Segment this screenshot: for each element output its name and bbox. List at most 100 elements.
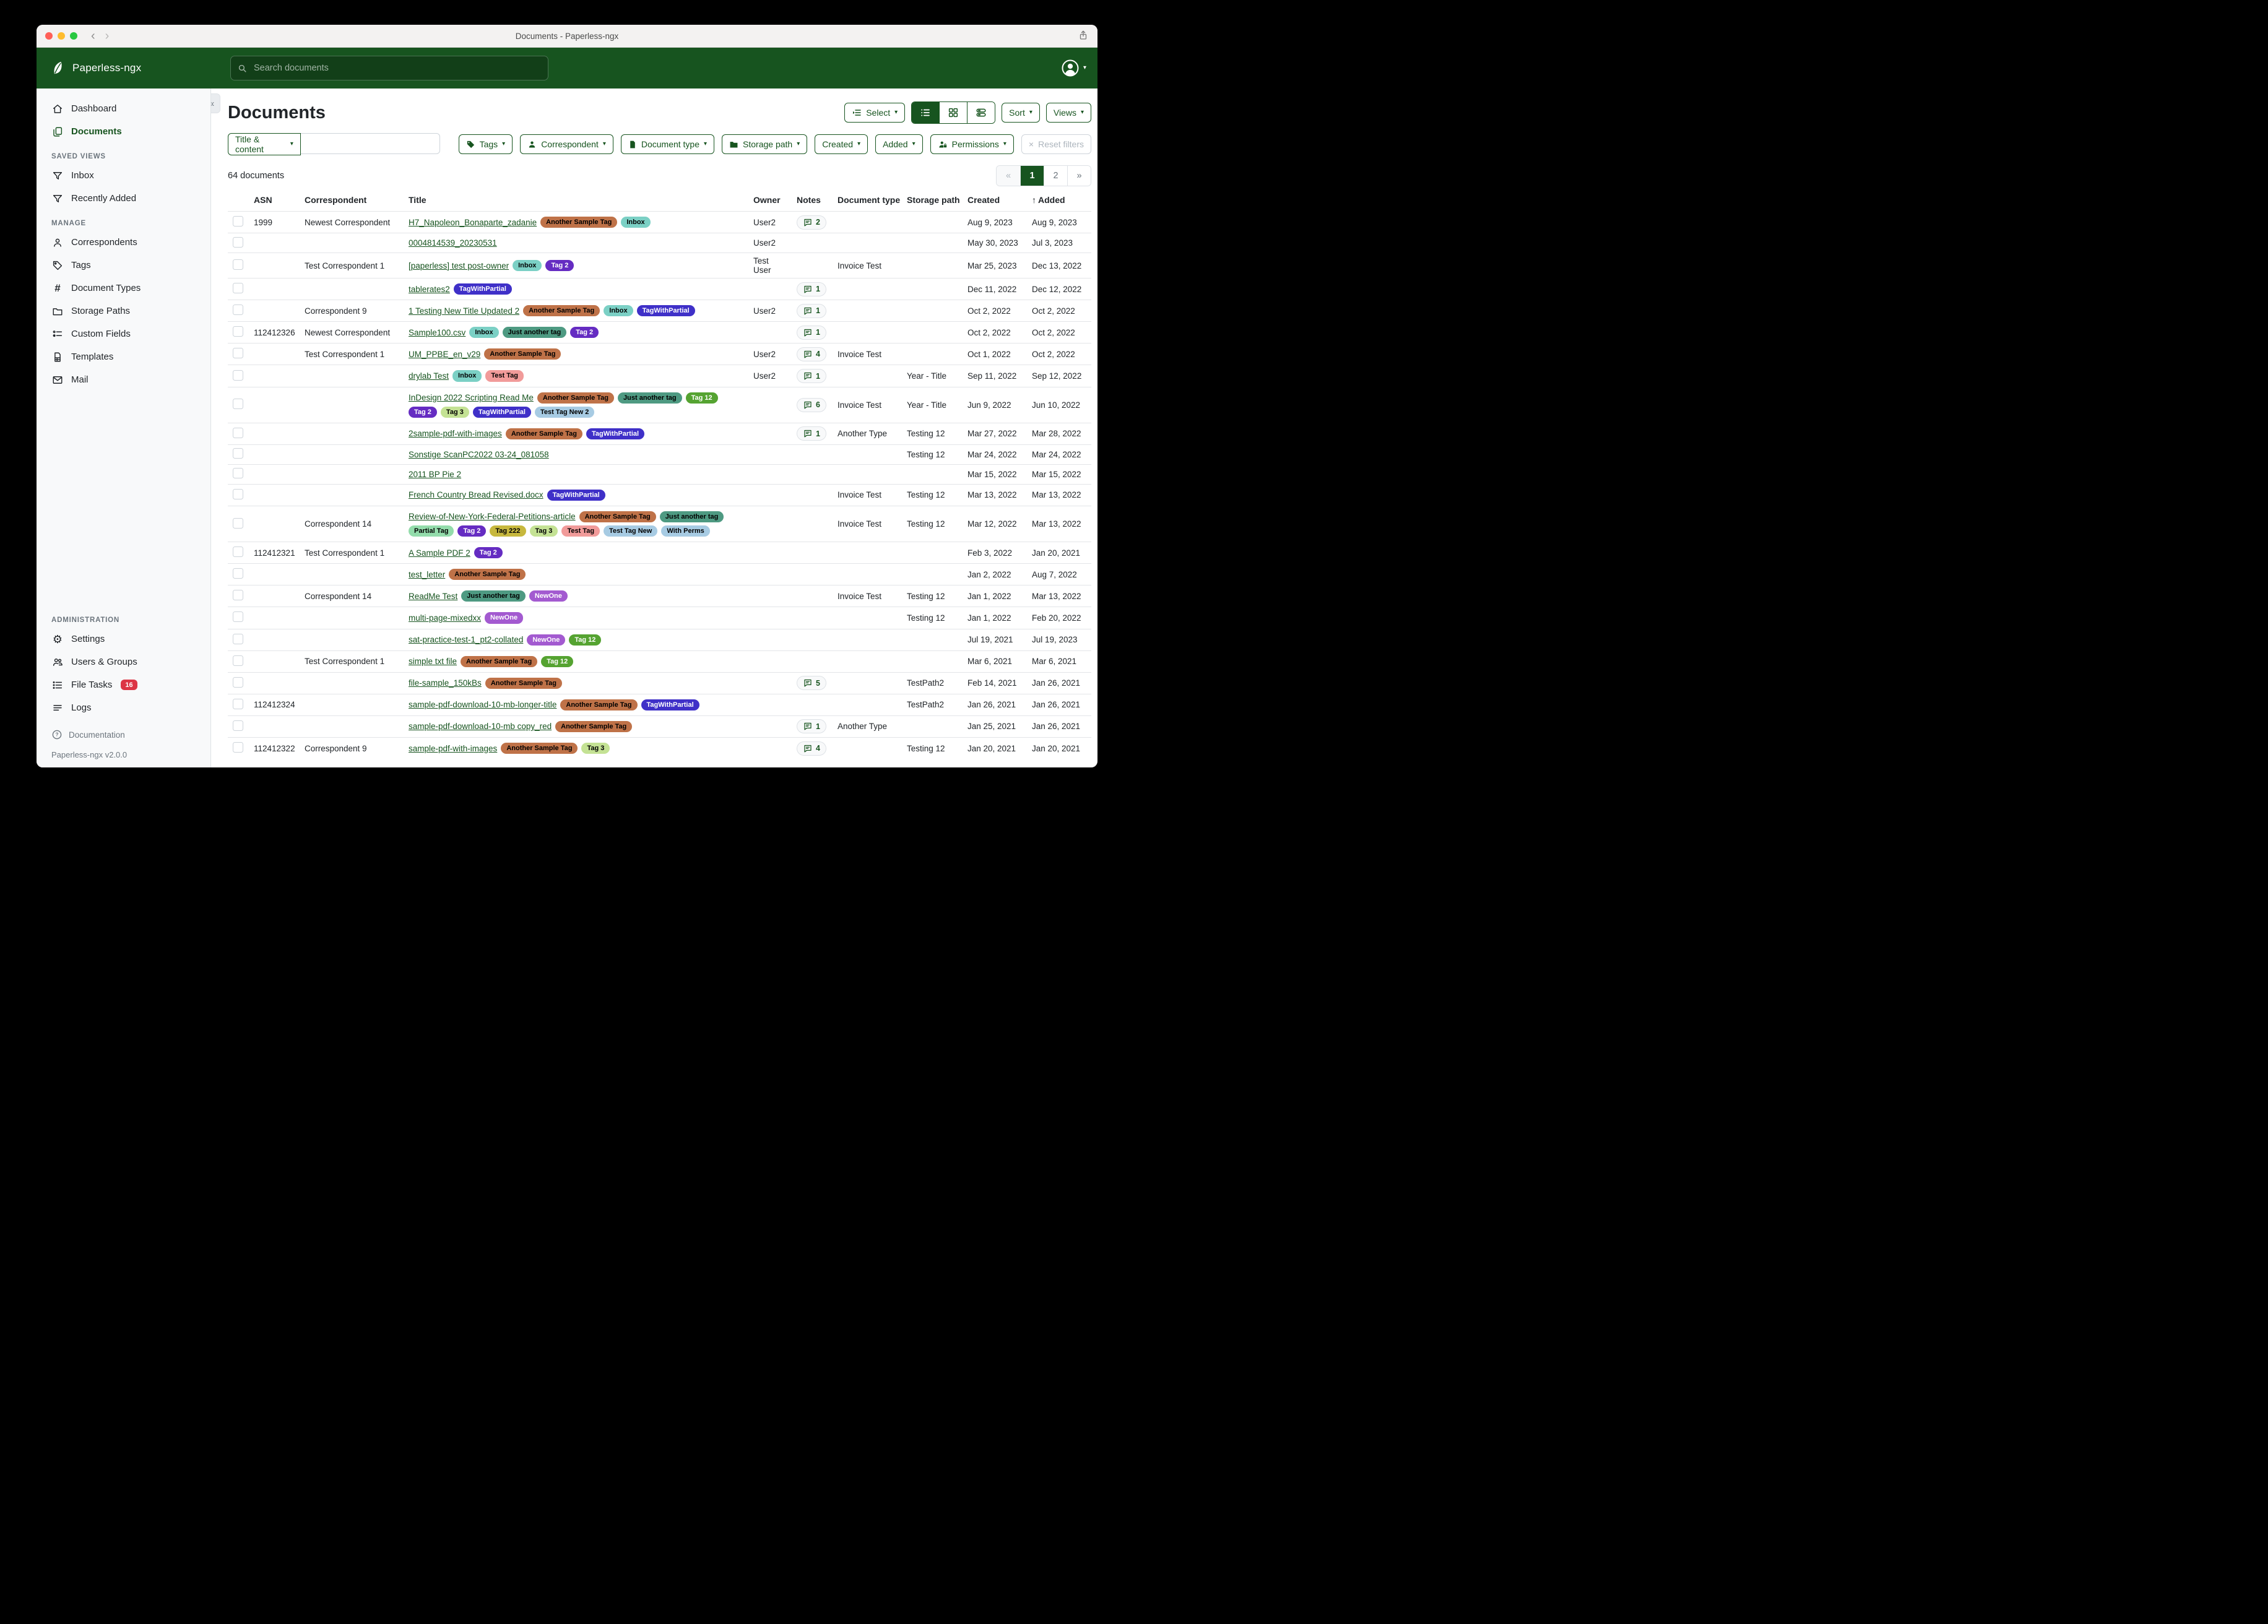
document-tag[interactable]: TagWithPartial [454, 283, 512, 295]
document-tag[interactable]: Tag 3 [530, 525, 558, 537]
document-tag[interactable]: TagWithPartial [547, 490, 605, 501]
document-title-link[interactable]: file-sample_150kBs [409, 678, 482, 688]
column-header-correspondent[interactable]: Correspondent [300, 190, 404, 212]
notes-badge[interactable]: 4 [797, 741, 826, 756]
sidebar-item-recently-added[interactable]: Recently Added [37, 187, 210, 210]
sort-button[interactable]: Sort▾ [1002, 103, 1040, 123]
sidebar-item-file-tasks[interactable]: File Tasks16 [37, 673, 210, 696]
document-tag[interactable]: Tag 3 [441, 407, 469, 418]
pagination-page-2[interactable]: 2 [1044, 166, 1067, 186]
filter-document-type-button[interactable]: Document type▾ [621, 134, 714, 154]
row-checkbox[interactable] [233, 237, 243, 248]
notes-badge[interactable]: 1 [797, 426, 826, 441]
sidebar-item-correspondents[interactable]: Correspondents [37, 231, 210, 254]
row-checkbox[interactable] [233, 216, 243, 227]
document-title-link[interactable]: 2sample-pdf-with-images [409, 429, 502, 438]
document-tag[interactable]: Tag 2 [409, 407, 437, 418]
notes-badge[interactable]: 1 [797, 719, 826, 733]
detail-view-button[interactable] [967, 102, 995, 123]
sidebar-item-tags[interactable]: Tags [37, 254, 210, 277]
document-tag[interactable]: Just another tag [461, 590, 526, 602]
row-checkbox[interactable] [233, 259, 243, 270]
document-title-link[interactable]: [paperless] test post-owner [409, 261, 509, 270]
document-tag[interactable]: Another Sample Tag [485, 678, 562, 689]
documentation-link[interactable]: ?Documentation [51, 725, 210, 744]
document-tag[interactable]: Another Sample Tag [537, 392, 614, 404]
document-tag[interactable]: Tag 12 [569, 634, 601, 646]
document-title-link[interactable]: ReadMe Test [409, 592, 457, 601]
document-tag[interactable]: Tag 2 [570, 327, 599, 338]
grid-view-button[interactable] [939, 102, 967, 123]
document-title-link[interactable]: sample-pdf-download-10-mb copy_red [409, 722, 552, 731]
document-tag[interactable]: Another Sample Tag [461, 656, 537, 667]
row-checkbox[interactable] [233, 348, 243, 358]
document-title-link[interactable]: InDesign 2022 Scripting Read Me [409, 393, 534, 402]
row-checkbox[interactable] [233, 304, 243, 315]
document-tag[interactable]: Another Sample Tag [579, 511, 656, 522]
document-tag[interactable]: NewOne [485, 612, 523, 623]
document-tag[interactable]: Test Tag [485, 370, 524, 381]
sidebar-item-inbox[interactable]: Inbox [37, 164, 210, 187]
document-tag[interactable]: Inbox [452, 370, 482, 381]
share-icon[interactable] [1078, 29, 1089, 41]
column-header-notes[interactable]: Notes [792, 190, 833, 212]
row-checkbox[interactable] [233, 468, 243, 478]
document-title-link[interactable]: sample-pdf-with-images [409, 744, 497, 753]
notes-badge[interactable]: 1 [797, 369, 826, 383]
document-tag[interactable]: Test Tag New 2 [535, 407, 594, 418]
column-header-storage-path[interactable]: Storage path [902, 190, 963, 212]
document-tag[interactable]: TagWithPartial [473, 407, 531, 418]
document-tag[interactable]: Tag 2 [457, 525, 486, 537]
filter-storage-path-button[interactable]: Storage path▾ [722, 134, 807, 154]
column-header-document-type[interactable]: Document type [833, 190, 902, 212]
row-checkbox[interactable] [233, 428, 243, 438]
document-tag[interactable]: Another Sample Tag [506, 428, 582, 439]
column-header-added[interactable]: ↑Added [1027, 190, 1091, 212]
global-search-input[interactable] [253, 63, 515, 74]
filter-permissions-button[interactable]: Permissions▾ [930, 134, 1014, 154]
row-checkbox[interactable] [233, 399, 243, 409]
row-checkbox[interactable] [233, 546, 243, 557]
document-tag[interactable]: Inbox [469, 327, 498, 338]
filter-created-button[interactable]: Created▾ [815, 134, 868, 154]
document-tag[interactable]: Another Sample Tag [523, 305, 600, 316]
row-checkbox[interactable] [233, 518, 243, 529]
row-checkbox[interactable] [233, 326, 243, 337]
document-title-link[interactable]: H7_Napoleon_Bonaparte_zadanie [409, 218, 537, 227]
document-title-link[interactable]: Sample100.csv [409, 328, 465, 337]
row-checkbox[interactable] [233, 590, 243, 600]
document-tag[interactable]: Inbox [604, 305, 633, 316]
document-tag[interactable]: Tag 2 [474, 547, 503, 558]
document-title-link[interactable]: drylab Test [409, 371, 449, 381]
sidebar-item-dashboard[interactable]: Dashboard [37, 97, 210, 120]
document-title-link[interactable]: French Country Bread Revised.docx [409, 490, 543, 499]
document-tag[interactable]: NewOne [527, 634, 565, 646]
document-title-link[interactable]: 0004814539_20230531 [409, 238, 497, 248]
app-logo[interactable]: Paperless-ngx [50, 60, 141, 76]
row-checkbox[interactable] [233, 677, 243, 688]
notes-badge[interactable]: 1 [797, 282, 826, 296]
column-header-asn[interactable]: ASN [249, 190, 300, 212]
sidebar-item-custom-fields[interactable]: Custom Fields [37, 322, 210, 345]
title-content-input[interactable] [301, 133, 440, 154]
document-tag[interactable]: TagWithPartial [641, 699, 699, 710]
document-tag[interactable]: With Perms [661, 525, 709, 537]
filter-added-button[interactable]: Added▾ [875, 134, 923, 154]
column-header-owner[interactable]: Owner [748, 190, 792, 212]
document-title-link[interactable]: 2011 BP Pie 2 [409, 470, 461, 479]
pagination-next[interactable]: » [1067, 166, 1091, 186]
document-title-link[interactable]: sample-pdf-download-10-mb-longer-title [409, 700, 556, 709]
pagination-prev[interactable]: « [997, 166, 1020, 186]
document-title-link[interactable]: test_letter [409, 570, 445, 579]
pagination-page-1[interactable]: 1 [1020, 166, 1044, 186]
document-tag[interactable]: Just another tag [660, 511, 724, 522]
sidebar-item-settings[interactable]: ⚙Settings [37, 628, 210, 650]
notes-badge[interactable]: 2 [797, 215, 826, 230]
row-checkbox[interactable] [233, 699, 243, 709]
document-tag[interactable]: Just another tag [503, 327, 567, 338]
document-tag[interactable]: Tag 3 [581, 743, 610, 754]
document-tag[interactable]: Another Sample Tag [449, 569, 526, 580]
notes-badge[interactable]: 5 [797, 676, 826, 690]
row-checkbox[interactable] [233, 283, 243, 293]
row-checkbox[interactable] [233, 448, 243, 459]
